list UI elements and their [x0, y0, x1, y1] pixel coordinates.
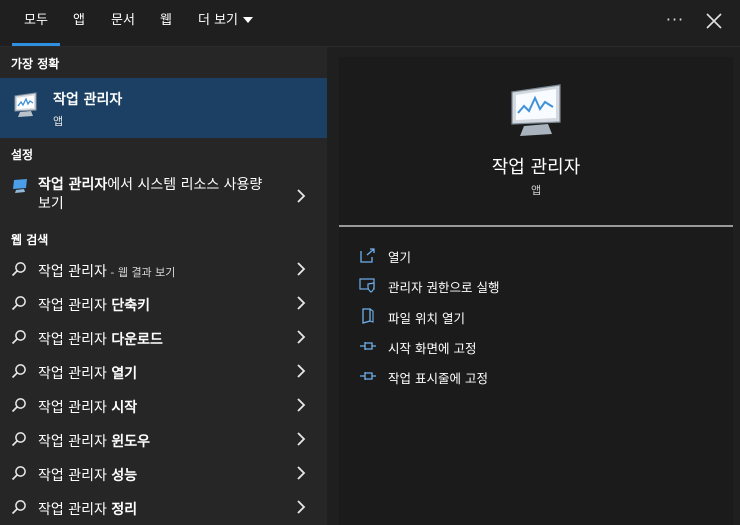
- best-match-title: 작업 관리자: [53, 92, 123, 108]
- chevron-right-icon: [297, 432, 306, 446]
- web-result-bold: 단축키: [111, 298, 150, 314]
- web-result-item[interactable]: 작업 관리자 - 웹 결과 보기: [0, 252, 327, 286]
- tab-more[interactable]: 더 보기: [198, 0, 254, 46]
- web-result-bold: 정리: [111, 502, 138, 518]
- close-button[interactable]: [704, 10, 724, 32]
- web-result-prefix: 작업 관리자: [38, 434, 112, 450]
- web-result-bold: 다운로드: [111, 332, 163, 348]
- action-open-file-location[interactable]: 파일 위치 열기: [339, 302, 733, 330]
- pin-start-icon: [360, 342, 376, 350]
- web-result-text: 작업 관리자 성능: [38, 465, 137, 485]
- action-label: 관리자 권한으로 실행: [388, 280, 500, 295]
- search-icon: [11, 432, 26, 447]
- web-result-item[interactable]: 작업 관리자 시작: [0, 388, 327, 422]
- web-result-suffix: - 웹 결과 보기: [106, 266, 176, 279]
- search-icon: [11, 296, 26, 311]
- action-label: 파일 위치 열기: [388, 311, 465, 326]
- chevron-right-icon: [297, 296, 306, 310]
- tab-web[interactable]: 웹: [160, 0, 172, 46]
- preview-app-title: 작업 관리자: [491, 157, 581, 178]
- web-result-bold: 열기: [111, 366, 138, 382]
- web-result-bold: 윈도우: [111, 434, 150, 450]
- web-result-prefix: 작업 관리자: [38, 264, 107, 280]
- tab-apps[interactable]: 앱: [73, 0, 85, 46]
- web-search-header: 웹 검색: [11, 233, 49, 247]
- search-icon: [11, 500, 26, 515]
- settings-monitor-icon: [13, 179, 27, 193]
- web-result-item[interactable]: 작업 관리자 정리: [0, 490, 327, 524]
- web-result-bold: 시작: [111, 400, 138, 416]
- preview-app-subtitle: 앱: [530, 184, 542, 197]
- web-result-item[interactable]: 작업 관리자 단축키: [0, 286, 327, 320]
- shield-admin-icon: [359, 278, 375, 293]
- web-result-text: 작업 관리자 단축키: [38, 295, 150, 315]
- web-result-text: 작업 관리자 열기: [38, 363, 137, 383]
- settings-result-text: 작업 관리자에서 시스템 리소스 사용량 보기: [38, 176, 278, 214]
- best-match-subtitle: 앱: [53, 115, 64, 128]
- action-run-as-admin[interactable]: 관리자 권한으로 실행: [339, 271, 733, 299]
- web-result-text: 작업 관리자 윈도우: [38, 431, 150, 451]
- task-manager-icon: [14, 92, 37, 117]
- chevron-right-icon: [297, 330, 306, 344]
- web-result-item[interactable]: 작업 관리자 성능: [0, 456, 327, 490]
- web-result-prefix: 작업 관리자: [38, 298, 112, 314]
- best-match-item[interactable]: 작업 관리자 앱: [0, 78, 327, 138]
- chevron-right-icon: [297, 189, 306, 203]
- web-result-text: 작업 관리자 정리: [38, 499, 137, 519]
- settings-result-bold: 작업 관리자: [38, 177, 108, 193]
- close-icon: [706, 13, 722, 29]
- tab-more-label: 더 보기: [198, 13, 239, 28]
- more-options-button[interactable]: ···: [663, 6, 687, 36]
- search-icon: [11, 466, 26, 481]
- action-label: 열기: [388, 250, 412, 265]
- action-open[interactable]: 열기: [339, 241, 733, 269]
- divider: [339, 225, 733, 227]
- web-result-bold: 성능: [111, 468, 138, 484]
- web-result-prefix: 작업 관리자: [38, 468, 112, 484]
- results-list: 가장 정확 작업 관리자 앱 설정 작업 관리자에서 시스템 리소스 사용량 보…: [0, 47, 327, 525]
- action-label: 작업 표시줄에 고정: [388, 371, 488, 386]
- file-location-icon: [362, 308, 374, 324]
- web-result-prefix: 작업 관리자: [38, 502, 112, 518]
- best-match-header: 가장 정확: [11, 57, 60, 71]
- tab-documents[interactable]: 문서: [111, 0, 135, 46]
- preview-pane: 작업 관리자 앱 열기 관리자 권한으로 실행 파일 위치 열기 시작 화면에 …: [339, 57, 733, 525]
- search-icon: [11, 262, 26, 277]
- open-icon: [360, 248, 375, 263]
- chevron-right-icon: [297, 364, 306, 378]
- search-icon: [11, 364, 26, 379]
- action-pin-to-start[interactable]: 시작 화면에 고정: [339, 332, 733, 360]
- task-manager-icon: [511, 84, 561, 136]
- chevron-right-icon: [297, 262, 306, 276]
- settings-header: 설정: [11, 148, 34, 162]
- web-result-prefix: 작업 관리자: [38, 366, 112, 382]
- pin-taskbar-icon: [360, 372, 376, 380]
- action-pin-to-taskbar[interactable]: 작업 표시줄에 고정: [339, 362, 733, 390]
- chevron-down-icon: [243, 16, 254, 23]
- web-result-item[interactable]: 작업 관리자 열기: [0, 354, 327, 388]
- web-result-text: 작업 관리자 - 웹 결과 보기: [38, 261, 175, 281]
- search-filter-bar: 모두 앱 문서 웹 더 보기 ···: [0, 0, 740, 47]
- web-result-text: 작업 관리자 다운로드: [38, 329, 163, 349]
- more-dots-icon: ···: [665, 10, 685, 29]
- settings-result-item[interactable]: 작업 관리자에서 시스템 리소스 사용량 보기: [0, 174, 327, 218]
- web-result-prefix: 작업 관리자: [38, 400, 112, 416]
- web-result-prefix: 작업 관리자: [38, 332, 112, 348]
- web-result-text: 작업 관리자 시작: [38, 397, 137, 417]
- web-result-item[interactable]: 작업 관리자 다운로드: [0, 320, 327, 354]
- search-icon: [11, 398, 26, 413]
- action-label: 시작 화면에 고정: [388, 341, 477, 356]
- tab-all[interactable]: 모두: [12, 0, 60, 46]
- search-icon: [11, 330, 26, 345]
- web-result-item[interactable]: 작업 관리자 윈도우: [0, 422, 327, 456]
- chevron-right-icon: [297, 500, 306, 514]
- chevron-right-icon: [297, 466, 306, 480]
- chevron-right-icon: [297, 398, 306, 412]
